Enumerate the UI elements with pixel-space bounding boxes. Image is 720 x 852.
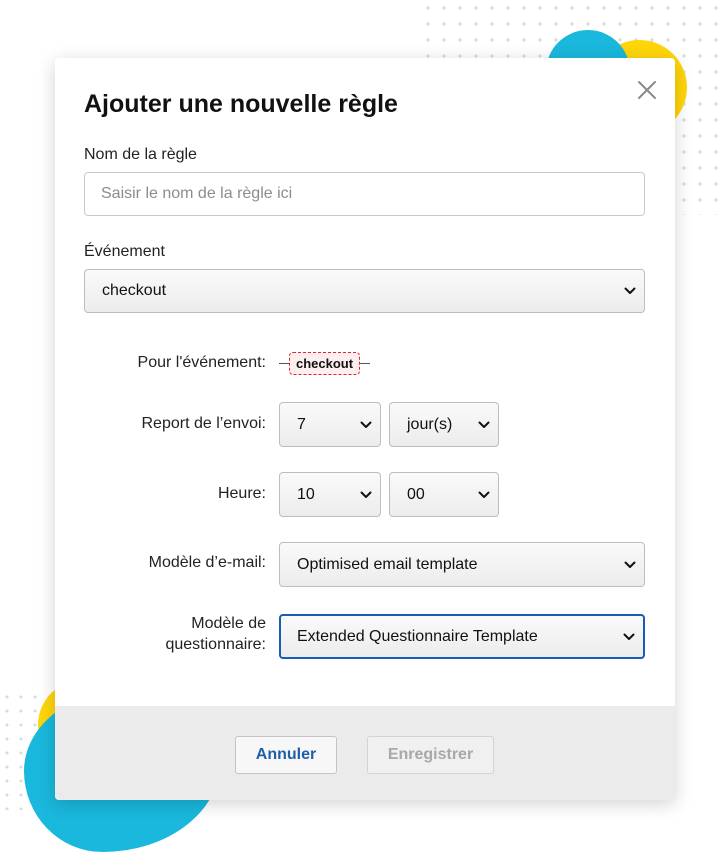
chevron-down-icon	[623, 633, 635, 640]
event-tag: checkout	[279, 351, 371, 375]
minute-select[interactable]: 00	[389, 472, 499, 517]
event-label: Événement	[84, 243, 165, 260]
questionnaire-template-label: Modèle de questionnaire:	[165, 613, 266, 655]
delay-unit-value: jour(s)	[407, 415, 453, 433]
dialog-footer: Annuler Enregistrer	[55, 706, 675, 800]
chevron-down-icon	[624, 287, 636, 294]
hour-select[interactable]: 10	[279, 472, 381, 517]
add-rule-dialog: Ajouter une nouvelle règle Nom de la règ…	[55, 58, 675, 800]
dialog-title: Ajouter une nouvelle règle	[84, 90, 398, 118]
delay-label: Report de l’envoi:	[141, 415, 266, 432]
event-tag-label: checkout	[289, 351, 361, 375]
minute-value: 00	[407, 485, 425, 503]
chevron-down-icon	[360, 491, 372, 498]
questionnaire-template-select[interactable]: Extended Questionnaire Template	[279, 614, 645, 659]
chevron-down-icon	[624, 561, 636, 568]
for-event-label: Pour l'événement:	[137, 354, 266, 371]
email-template-select[interactable]: Optimised email template	[279, 542, 645, 587]
save-button[interactable]: Enregistrer	[367, 736, 494, 774]
hour-value: 10	[297, 485, 315, 503]
email-template-value: Optimised email template	[297, 555, 478, 573]
chevron-down-icon	[478, 421, 490, 428]
cancel-button[interactable]: Annuler	[235, 736, 337, 774]
close-icon[interactable]	[635, 78, 659, 102]
chevron-down-icon	[478, 491, 490, 498]
email-template-label: Modèle d’e-mail:	[148, 554, 266, 571]
questionnaire-label-line2: questionnaire:	[165, 636, 266, 653]
rule-name-input[interactable]	[84, 172, 645, 216]
delay-unit-select[interactable]: jour(s)	[389, 402, 499, 447]
event-select[interactable]: checkout	[84, 269, 645, 313]
delay-amount-value: 7	[297, 415, 306, 433]
questionnaire-label-line1: Modèle de	[191, 615, 266, 632]
rule-name-label: Nom de la règle	[84, 146, 197, 163]
questionnaire-template-value: Extended Questionnaire Template	[297, 627, 538, 645]
event-select-value: checkout	[102, 282, 167, 299]
chevron-down-icon	[360, 421, 372, 428]
time-label: Heure:	[217, 485, 266, 502]
delay-amount-select[interactable]: 7	[279, 402, 381, 447]
